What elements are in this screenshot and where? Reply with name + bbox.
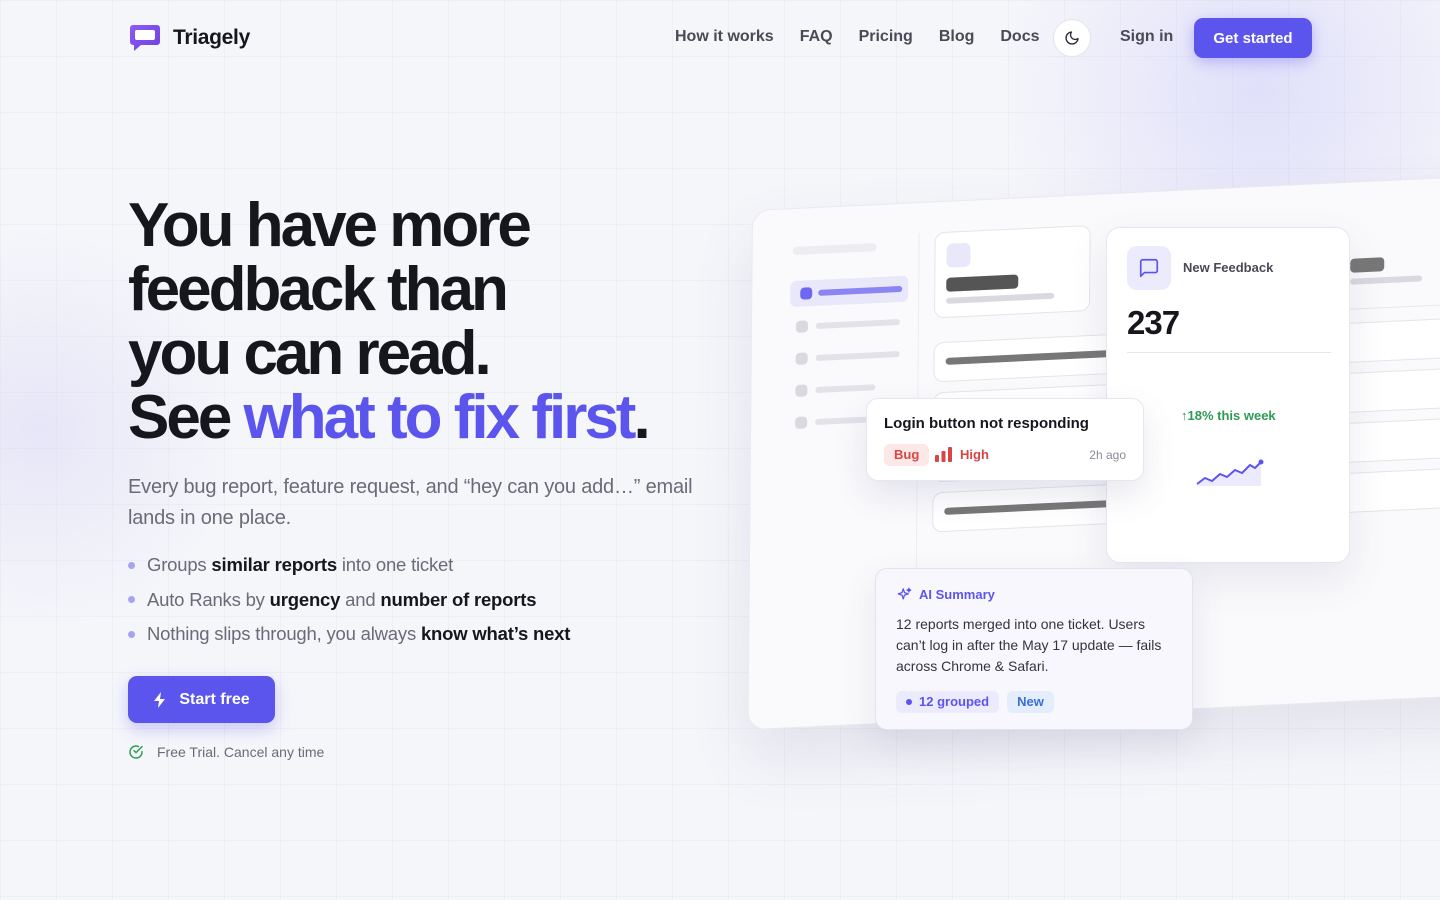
trial-note-text: Free Trial. Cancel any time: [157, 744, 325, 760]
ai-summary-title: AI Summary: [919, 587, 995, 602]
new-chip: New: [1007, 691, 1054, 713]
bug-tag: Bug: [884, 444, 930, 466]
brand-logo[interactable]: Triagely: [129, 24, 250, 52]
headline-line-3: you can read.: [128, 319, 492, 388]
ai-summary-chips: 12 grouped New: [896, 691, 1054, 713]
ai-summary-body: 12 reports merged into one ticket. Users…: [896, 616, 1162, 674]
bullet-item: Nothing slips through, you always know w…: [128, 617, 570, 652]
new-feedback-card: New Feedback 237 ↑18% this week: [1106, 227, 1350, 563]
bullet-emphasis: urgency: [269, 588, 341, 610]
signin-link[interactable]: Sign in: [1120, 28, 1173, 46]
bullet-text: and: [340, 588, 381, 610]
bullet-emphasis: number of reports: [380, 588, 537, 610]
feedback-divider: [1127, 352, 1331, 353]
nav-link-pricing[interactable]: Pricing: [859, 28, 913, 46]
ticket-card[interactable]: Login button not responding Bug High 2h …: [866, 398, 1144, 481]
ticket-title: Login button not responding: [884, 415, 1089, 432]
headline-period: .: [633, 383, 650, 452]
bullet-dot: [128, 596, 135, 604]
bullet-emphasis: know what’s next: [420, 623, 571, 645]
brand-name: Triagely: [173, 26, 250, 49]
priority-label: High: [960, 447, 989, 462]
bullet-text: Groups: [147, 554, 212, 576]
bullet-item: Groups similar reports into one ticket: [128, 548, 570, 583]
ai-summary-card: AI Summary 12 reports merged into one ti…: [875, 568, 1193, 730]
sidebar-item-skeleton: [815, 384, 876, 394]
nav-link-faq[interactable]: FAQ: [800, 28, 833, 46]
ticket-time: 2h ago: [1089, 448, 1126, 462]
feedback-trend: ↑18% this week: [1181, 408, 1276, 423]
lightning-icon: [154, 691, 166, 708]
sidebar-item-skeleton: [795, 352, 808, 365]
headline-line-2: feedback than: [128, 255, 509, 324]
grouped-dot: [906, 699, 912, 705]
feature-bullets: Groups similar reports into one ticket A…: [128, 548, 570, 652]
start-free-button[interactable]: Start free: [128, 676, 275, 723]
hero-headline: You have more feedback than you can read…: [128, 194, 748, 450]
bullet-item: Auto Ranks by urgency and number of repo…: [128, 583, 570, 618]
chat-bubble-logo-icon: [129, 24, 161, 52]
moon-icon: [1065, 31, 1079, 45]
check-circle-icon: [129, 745, 143, 759]
ai-summary-header: AI Summary: [897, 587, 995, 602]
priority-indicator: High: [935, 447, 989, 462]
bullet-dot: [128, 630, 135, 638]
stat-card-skeleton: [933, 225, 1091, 319]
nav-link-docs[interactable]: Docs: [1000, 28, 1039, 46]
stat-card-value: [1350, 257, 1385, 273]
message-square-icon: [1127, 246, 1171, 290]
stat-card-caption: [1350, 275, 1423, 285]
theme-toggle-button[interactable]: [1053, 19, 1091, 57]
hero-subtext: Every bug report, feature request, and “…: [128, 476, 693, 529]
list-row-separator: [1347, 301, 1440, 310]
sidebar-active-dot: [800, 287, 813, 300]
sparkles-icon: [897, 587, 912, 600]
bullet-emphasis: similar reports: [211, 554, 337, 576]
signal-bars-icon: [935, 447, 952, 462]
sidebar-item-skeleton: [795, 320, 809, 333]
bullet-text: Auto Ranks by: [147, 588, 270, 610]
feedback-count: 237: [1127, 304, 1180, 341]
headline-line-1: You have more: [128, 191, 532, 260]
nav-link-blog[interactable]: Blog: [939, 28, 975, 46]
nav-links: How it works FAQ Pricing Blog Docs: [675, 28, 1039, 46]
feedback-label: New Feedback: [1183, 260, 1274, 275]
sidebar-item-skeleton: [815, 319, 900, 329]
bullet-text: into one ticket: [336, 554, 454, 576]
top-nav: Triagely How it works FAQ Pricing Blog D…: [0, 0, 1440, 76]
sidebar-item-skeleton: [795, 416, 808, 429]
get-started-button[interactable]: Get started: [1194, 18, 1312, 58]
headline-accent: what to fix first: [243, 383, 637, 452]
start-free-label: Start free: [179, 690, 250, 708]
sidebar-skeleton: [792, 243, 877, 256]
stat-card-icon: [946, 242, 971, 268]
bullet-text: Nothing slips through, you always: [147, 623, 421, 645]
headline-see: See: [128, 383, 244, 452]
trial-note: Free Trial. Cancel any time: [128, 744, 324, 760]
grouped-chip-label: 12 grouped: [919, 694, 990, 709]
sidebar-item-skeleton: [795, 384, 808, 397]
grouped-chip: 12 grouped: [896, 691, 1000, 713]
bullet-dot: [128, 561, 135, 569]
sparkline-chart: [1196, 459, 1264, 486]
nav-link-how-it-works[interactable]: How it works: [675, 28, 774, 46]
sidebar-item-skeleton: [815, 351, 900, 362]
